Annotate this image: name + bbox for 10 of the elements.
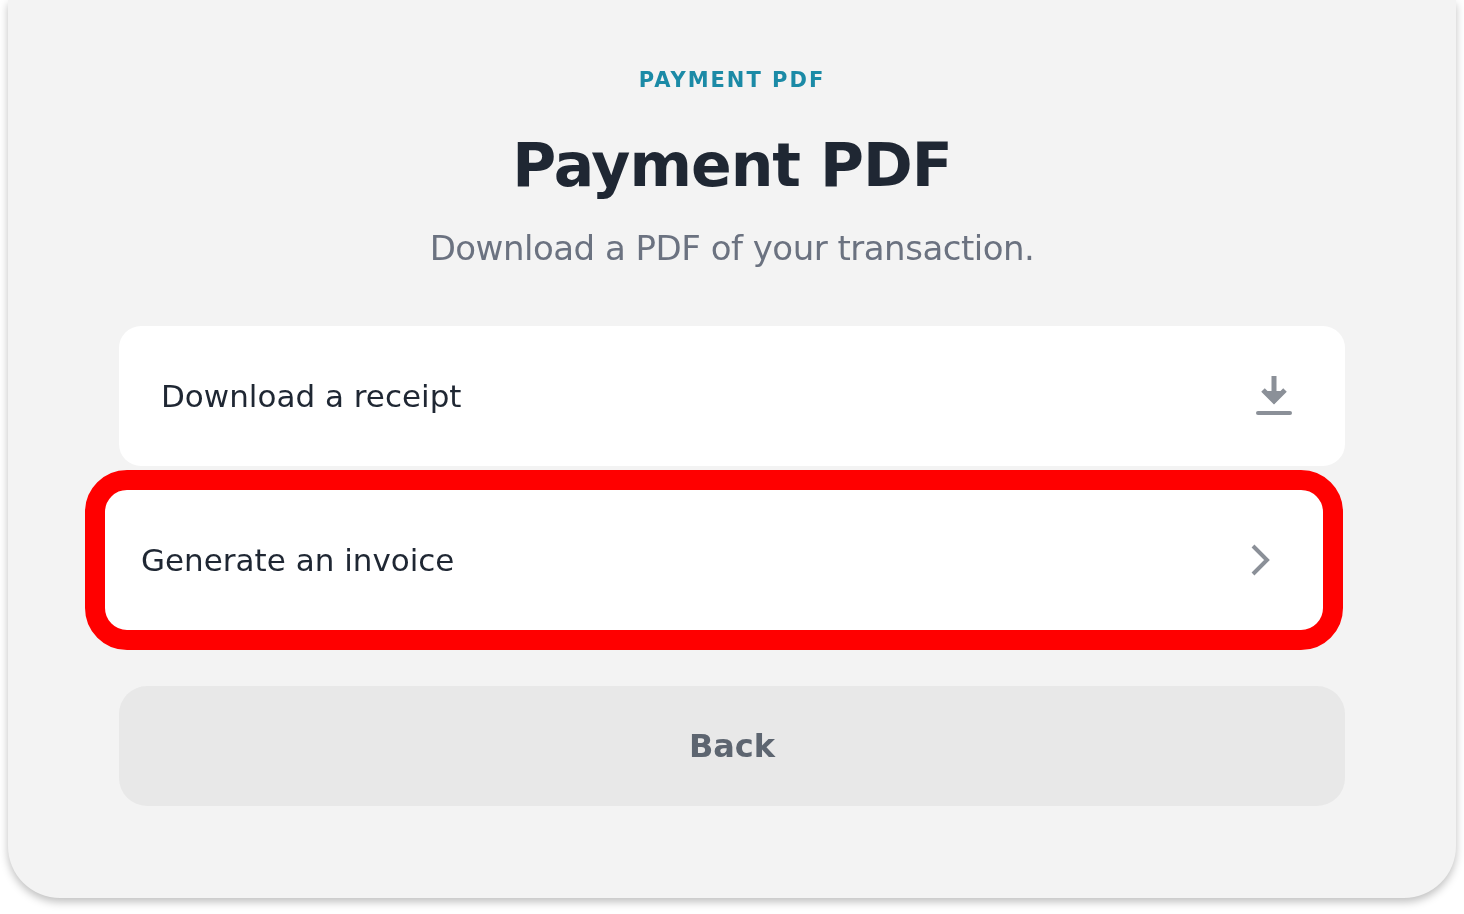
download-icon <box>1255 374 1293 418</box>
option-row[interactable]: Generate an invoice <box>85 470 1343 650</box>
dialog-subtitle: Download a PDF of your transaction. <box>429 228 1035 268</box>
dialog-title: Payment PDF <box>512 130 952 200</box>
option-label: Download a receipt <box>161 378 462 414</box>
chevron-right-icon <box>1249 543 1271 577</box>
option-label: Generate an invoice <box>141 542 455 578</box>
back-button[interactable]: Back <box>119 686 1345 806</box>
eyebrow-label: PAYMENT PDF <box>638 68 826 92</box>
option-row[interactable]: Download a receipt <box>119 326 1345 466</box>
